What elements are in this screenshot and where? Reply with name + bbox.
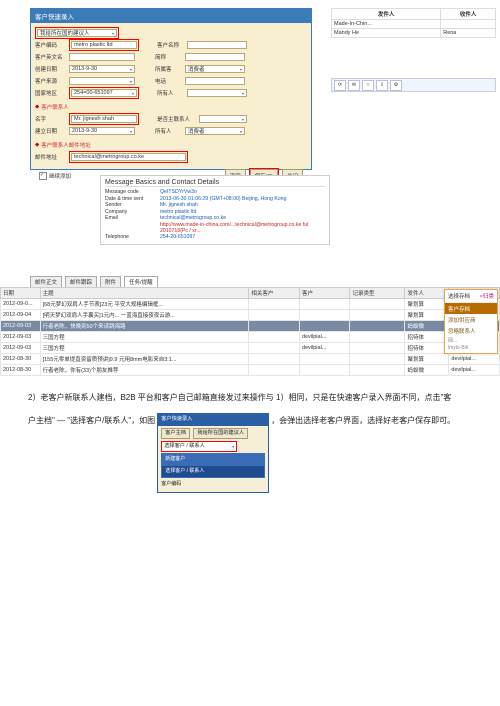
en-name-field[interactable] [69, 53, 135, 61]
popup-close-tag[interactable]: ×归类 [480, 292, 494, 300]
popup-item-supplier[interactable]: 添加供应商 [445, 314, 497, 325]
refresh-icon[interactable]: ⟳ [334, 80, 346, 91]
phone-field[interactable] [185, 77, 245, 85]
preset-button[interactable]: 我给所在国的建议人 [35, 27, 119, 39]
red-link[interactable]: http://www.made-in-china.com/...technica… [160, 222, 325, 234]
small-opt-new[interactable]: 新建客户 [162, 454, 264, 466]
top-region: 发件人 收件人 Made-In-Chin... Mandy HeRena ⟳ ✉… [0, 0, 500, 208]
lbl-email: 邮件地址 [35, 153, 67, 161]
small-opt-select[interactable]: 选择客户 / 联系人 [162, 466, 264, 478]
small-dialog: 客户快速录入 客户主档 我给所在国的建议人 选择客户 / 联系人 新建客户 选择… [157, 413, 269, 492]
short-name-field[interactable] [185, 53, 245, 61]
star-icon[interactable]: ☆ [362, 80, 374, 91]
message-panel: Message Basics and Contact Details Messa… [100, 175, 330, 245]
quick-entry-dialog: 客户快速录入 我给所在国的建议人 客户编码 metro plastic ltd … [30, 8, 312, 170]
source-dropdown[interactable] [69, 77, 135, 85]
tab-mail-track[interactable]: 邮件跟踪 [65, 276, 97, 287]
lbl-country: 国家地区 [35, 89, 67, 97]
lbl-src: 客户来源 [35, 77, 67, 85]
document-text: 2）老客户新联系人建档，B2B 平台和客户自己邮箱直接发过来操作与 1）相同，只… [28, 390, 472, 405]
table-row[interactable]: 2012-09-03三国方程devilpial...招待体 [1, 332, 500, 343]
table-row[interactable]: 2012-09-03三国方程devilpial...招待体 [1, 343, 500, 354]
small-preset-button[interactable]: 我给所在国的建议人 [193, 428, 248, 439]
tab-attach[interactable]: 附件 [100, 276, 121, 287]
lbl-build: 建立日期 [35, 127, 67, 135]
table-row[interactable]: Mandy HeRena [332, 29, 496, 38]
continue-label: 继续添加 [49, 172, 71, 180]
doc-p2a: 户主档" — "选择客户/联系人"，如图 [28, 413, 155, 428]
contact-name-field[interactable]: Mr. jignesh shah [71, 115, 137, 123]
lbl-en: 客户英文名 [35, 53, 67, 61]
lbl-owner2: 所有人 [155, 127, 183, 135]
popup-item-ignore[interactable]: 忽略联系人 [445, 325, 497, 336]
table-row[interactable]: 2012-08-30[155元零单提直资留质预讲]9.9 元用8mm电影来自3:… [1, 354, 500, 365]
table-row-selected[interactable]: 2012-09-03行者老陈，快晚到50个来读跳海路蚂蚁微devilpial..… [1, 321, 500, 332]
small-dialog-title: 客户快速录入 [158, 414, 268, 426]
lbl-phone: 电话 [155, 77, 183, 85]
right-toolbar: ⟳ ✉ ☆ ⇩ ⚙ [331, 78, 496, 92]
table-row[interactable]: 2012-09-0...[68元梦幻双肩人手节表]23元 平安大规格编辑框...… [1, 299, 500, 310]
country-dropdown[interactable]: 254=00-651097 [71, 89, 137, 97]
download-icon[interactable]: ⇩ [376, 80, 388, 91]
lbl-owner: 所有人 [157, 89, 185, 97]
message-title: Message Basics and Contact Details [105, 179, 325, 187]
mail-list-table: 日期 主题 相关客户 客户 记录类型 发件人 收件人 2012-09-0...[… [0, 287, 500, 376]
rt-h1[interactable]: 发件人 [332, 9, 441, 20]
table-header-row: 日期 主题 相关客户 客户 记录类型 发件人 收件人 [1, 288, 500, 299]
lbl-short: 简称 [155, 53, 183, 61]
email-field[interactable]: technical@metrogroup.co.ke [71, 153, 186, 161]
tab-tasks[interactable]: 任务/提醒 [124, 276, 158, 287]
small-code-label: 客户编码 [161, 480, 265, 490]
gear-icon[interactable]: ⚙ [390, 80, 402, 91]
lbl-code: 客户编码 [35, 41, 67, 49]
lbl-cat: 所属客 [155, 65, 183, 73]
category-dropdown[interactable]: 消费者 [185, 65, 245, 73]
table-row[interactable]: 2012-08-30行者老陈，你有(33)个朋友推荐蚂蚁微devilpial..… [1, 365, 500, 376]
small-dropdown-list: 新建客户 选择客户 / 联系人 [161, 453, 265, 478]
main-contact-dropdown[interactable] [199, 115, 247, 123]
dialog-title: 客户快速录入 [31, 9, 311, 23]
owner-dropdown[interactable] [187, 89, 247, 97]
build-date-field[interactable]: 2013-9-30 [69, 127, 135, 135]
mail-icon[interactable]: ✉ [348, 80, 360, 91]
tab-strip: 邮件正文 邮件跟踪 附件 任务/提醒 [30, 276, 500, 287]
contact-section-label: 客户联系人 [41, 103, 69, 111]
customer-code-field[interactable]: metro plastic ltd [71, 41, 137, 49]
rt-h2[interactable]: 收件人 [441, 9, 496, 20]
lbl-contact-name: 名字 [35, 115, 67, 123]
lbl-main: 是否主联系人 [157, 115, 197, 123]
lbl-name2: 客户名称 [157, 41, 185, 49]
small-select-dropdown[interactable]: 选择客户 / 联系人 [161, 441, 237, 452]
small-master-button[interactable]: 客户主档 [161, 428, 190, 439]
tab-mail-body[interactable]: 邮件正文 [30, 276, 62, 287]
right-panel: 发件人 收件人 Made-In-Chin... Mandy HeRena ⟳ ✉… [331, 8, 496, 92]
continue-checkbox[interactable] [39, 172, 47, 180]
lbl-created: 创建日期 [35, 65, 67, 73]
email-section-label: 客户联系人邮件地址 [41, 141, 91, 149]
table-row[interactable]: Made-In-Chin... [332, 20, 496, 29]
popup-item-customer[interactable]: 客户存档 [445, 303, 497, 314]
right-table: 发件人 收件人 Made-In-Chin... Mandy HeRena [331, 8, 496, 38]
customer-name-field[interactable] [187, 41, 247, 49]
popup-header: 选择存档 [448, 292, 470, 300]
table-row[interactable]: 2012-09-04[明天梦幻双肩人手囊买]1元内... 一蓝海直接夜夜云游..… [1, 310, 500, 321]
created-date-field[interactable]: 2013-9-30 [69, 65, 135, 73]
doc-p2b: ，会弹出选择老客户界面，选择好老客户保存即可。 [271, 413, 455, 428]
archive-popup: 选择存档×归类 客户存档 添加供应商 忽略联系人 网... lmylo-Bili [444, 289, 498, 354]
owner2-dropdown[interactable]: 消费者 [185, 127, 245, 135]
email-link[interactable]: technical@metrogroup.co.ke [160, 215, 325, 221]
